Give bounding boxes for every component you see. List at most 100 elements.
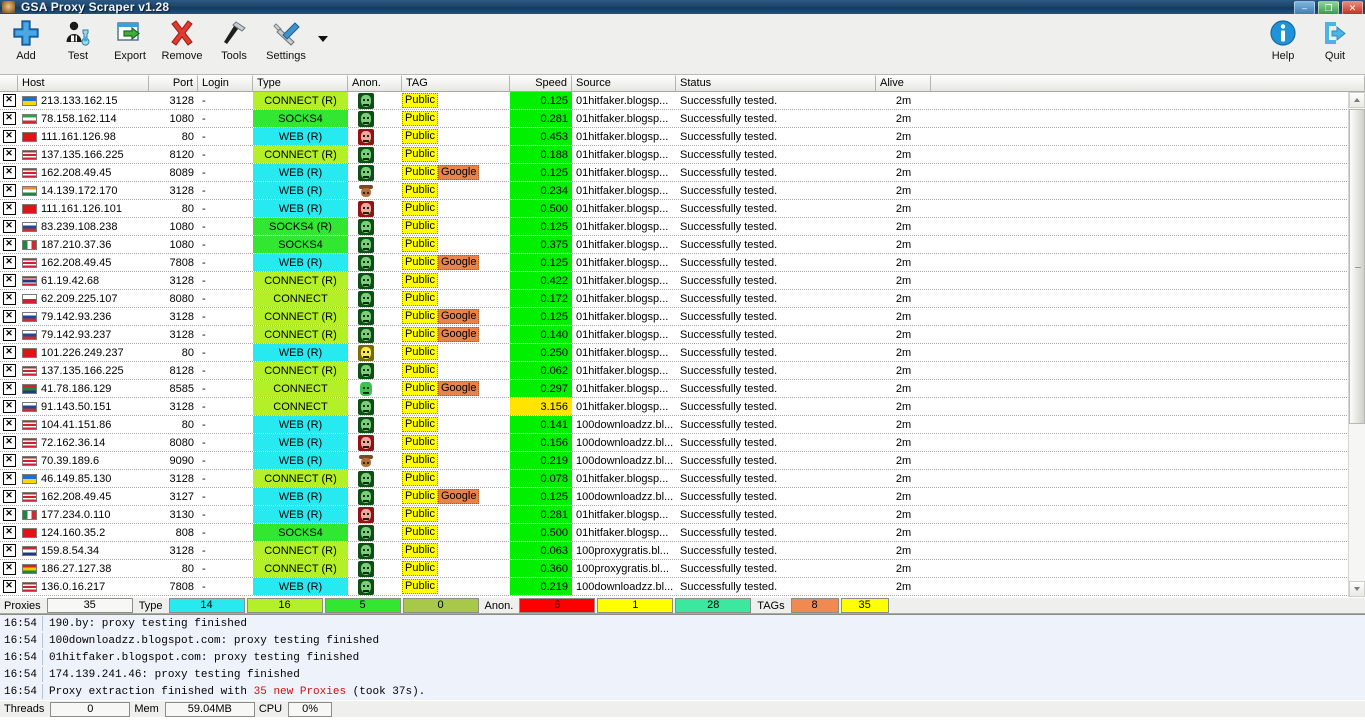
tag-chip[interactable]: Public xyxy=(402,219,438,234)
table-row[interactable]: ✕ 162.208.49.45 7808- WEB (R) Public Google 0.… xyxy=(0,254,1365,272)
tag-chip[interactable]: Public xyxy=(402,111,438,126)
table-row[interactable]: ✕ 186.27.127.38 80- CONNECT (R) Public 0.360 1… xyxy=(0,560,1365,578)
test-button[interactable]: Test xyxy=(52,14,104,75)
row-checkbox[interactable]: ✕ xyxy=(0,326,18,343)
add-button[interactable]: Add xyxy=(0,14,52,75)
tag-chip[interactable]: Public xyxy=(402,255,438,270)
row-checkbox[interactable]: ✕ xyxy=(0,218,18,235)
tag-chip[interactable]: Google xyxy=(437,327,480,342)
tag-chip[interactable]: Google xyxy=(437,381,480,396)
tag-chip[interactable]: Public xyxy=(402,507,438,522)
table-row[interactable]: ✕ 61.19.42.68 3128- CONNECT (R) Public 0.422 0… xyxy=(0,272,1365,290)
row-checkbox[interactable]: ✕ xyxy=(0,272,18,289)
row-checkbox[interactable]: ✕ xyxy=(0,110,18,127)
table-row[interactable]: ✕ 62.209.225.107 8080- CONNECT Public 0.172 01… xyxy=(0,290,1365,308)
table-row[interactable]: ✕ 70.39.189.6 9090- WEB (R) Public 0.219 100do… xyxy=(0,452,1365,470)
vertical-scrollbar[interactable] xyxy=(1348,92,1365,597)
tag-chip[interactable]: Public xyxy=(402,147,438,162)
tag-chip[interactable]: Public xyxy=(402,579,438,594)
column-header-port[interactable]: Port xyxy=(149,75,198,91)
tools-button[interactable]: Tools xyxy=(208,14,260,75)
table-row[interactable]: ✕ 41.78.186.129 8585- CONNECT Public Google 0.… xyxy=(0,380,1365,398)
tag-chip[interactable]: Public xyxy=(402,291,438,306)
remove-button[interactable]: Remove xyxy=(156,14,208,75)
table-row[interactable]: ✕ 83.239.108.238 1080- SOCKS4 (R) Public 0.12… xyxy=(0,218,1365,236)
row-checkbox[interactable]: ✕ xyxy=(0,488,18,505)
table-row[interactable]: ✕ 213.133.162.15 3128- CONNECT (R) Public 0.1… xyxy=(0,92,1365,110)
row-checkbox[interactable]: ✕ xyxy=(0,524,18,541)
table-row[interactable]: ✕ 177.234.0.110 3130- WEB (R) Public 0.281 01h… xyxy=(0,506,1365,524)
table-row[interactable]: ✕ 111.161.126.98 80- WEB (R) Public 0.453 01hi… xyxy=(0,128,1365,146)
export-button[interactable]: Export xyxy=(104,14,156,75)
row-checkbox[interactable]: ✕ xyxy=(0,128,18,145)
tag-chip[interactable]: Google xyxy=(437,309,480,324)
tag-chip[interactable]: Public xyxy=(402,165,438,180)
table-row[interactable]: ✕ 101.226.249.237 80- WEB (R) Public 0.250 01h… xyxy=(0,344,1365,362)
row-checkbox[interactable]: ✕ xyxy=(0,398,18,415)
table-row[interactable]: ✕ 162.208.49.45 8089- WEB (R) Public Google 0.… xyxy=(0,164,1365,182)
tag-chip[interactable]: Public xyxy=(402,363,438,378)
tag-chip[interactable]: Public xyxy=(402,399,438,414)
column-header-type[interactable]: Type xyxy=(253,75,348,91)
tag-chip[interactable]: Public xyxy=(402,129,438,144)
row-checkbox[interactable]: ✕ xyxy=(0,146,18,163)
row-checkbox[interactable]: ✕ xyxy=(0,164,18,181)
tag-chip[interactable]: Public xyxy=(402,453,438,468)
tag-chip[interactable]: Public xyxy=(402,93,438,108)
tag-chip[interactable]: Public xyxy=(402,561,438,576)
tag-chip[interactable]: Public xyxy=(402,435,438,450)
tag-chip[interactable]: Public xyxy=(402,309,438,324)
table-row[interactable]: ✕ 137.135.166.225 8120- CONNECT (R) Public 0.… xyxy=(0,146,1365,164)
tag-chip[interactable]: Public xyxy=(402,417,438,432)
column-header-alive[interactable]: Alive xyxy=(876,75,931,91)
table-row[interactable]: ✕ 187.210.37.36 1080- SOCKS4 Public 0.375 01hi… xyxy=(0,236,1365,254)
row-checkbox[interactable]: ✕ xyxy=(0,236,18,253)
scroll-up-button[interactable] xyxy=(1349,92,1365,108)
table-row[interactable]: ✕ 72.162.36.14 8080- WEB (R) Public 0.156 100d… xyxy=(0,434,1365,452)
column-header-source[interactable]: Source xyxy=(572,75,676,91)
scroll-down-button[interactable] xyxy=(1349,581,1365,597)
title-bar[interactable]: GSA Proxy Scraper v1.28 – ❐ ✕ xyxy=(0,0,1365,15)
row-checkbox[interactable]: ✕ xyxy=(0,380,18,397)
table-row[interactable]: ✕ 162.208.49.45 3127- WEB (R) Public Google 0.… xyxy=(0,488,1365,506)
table-row[interactable]: ✕ 91.143.50.151 3128- CONNECT Public 3.156 01h… xyxy=(0,398,1365,416)
tag-chip[interactable]: Google xyxy=(437,165,480,180)
table-row[interactable]: ✕ 159.8.54.34 3128- CONNECT (R) Public 0.063 1… xyxy=(0,542,1365,560)
table-row[interactable]: ✕ 14.139.172.170 3128- WEB (R) Public 0.234 01… xyxy=(0,182,1365,200)
row-checkbox[interactable]: ✕ xyxy=(0,182,18,199)
row-checkbox[interactable]: ✕ xyxy=(0,452,18,469)
tag-chip[interactable]: Public xyxy=(402,183,438,198)
quit-button[interactable]: Quit xyxy=(1309,14,1361,75)
maximize-icon[interactable]: ❐ xyxy=(1318,1,1339,15)
row-checkbox[interactable]: ✕ xyxy=(0,560,18,577)
row-checkbox[interactable]: ✕ xyxy=(0,92,18,109)
scrollbar-thumb[interactable] xyxy=(1349,109,1365,424)
settings-button[interactable]: Settings xyxy=(260,14,312,75)
table-row[interactable]: ✕ 104.41.151.86 80- WEB (R) Public 0.141 100do… xyxy=(0,416,1365,434)
row-checkbox[interactable]: ✕ xyxy=(0,254,18,271)
tag-chip[interactable]: Public xyxy=(402,237,438,252)
row-checkbox[interactable]: ✕ xyxy=(0,470,18,487)
column-header-status[interactable]: Status xyxy=(676,75,876,91)
tag-chip[interactable]: Public xyxy=(402,543,438,558)
tag-chip[interactable]: Public xyxy=(402,201,438,216)
tag-chip[interactable]: Google xyxy=(437,489,480,504)
row-checkbox[interactable]: ✕ xyxy=(0,200,18,217)
table-row[interactable]: ✕ 79.142.93.237 3128- CONNECT (R) Public Goog… xyxy=(0,326,1365,344)
row-checkbox[interactable]: ✕ xyxy=(0,416,18,433)
row-checkbox[interactable]: ✕ xyxy=(0,362,18,379)
table-row[interactable]: ✕ 137.135.166.225 8128- CONNECT (R) Public 0.… xyxy=(0,362,1365,380)
column-header-check[interactable] xyxy=(0,75,18,91)
column-header-speed[interactable]: Speed xyxy=(510,75,572,91)
help-button[interactable]: Help xyxy=(1257,14,1309,75)
row-checkbox[interactable]: ✕ xyxy=(0,308,18,325)
tag-chip[interactable]: Public xyxy=(402,525,438,540)
tag-chip[interactable]: Public xyxy=(402,471,438,486)
table-row[interactable]: ✕ 46.149.85.130 3128- CONNECT (R) Public 0.07… xyxy=(0,470,1365,488)
row-checkbox[interactable]: ✕ xyxy=(0,578,18,595)
tag-chip[interactable]: Public xyxy=(402,381,438,396)
close-icon[interactable]: ✕ xyxy=(1342,1,1363,15)
tag-chip[interactable]: Google xyxy=(437,255,480,270)
tag-chip[interactable]: Public xyxy=(402,345,438,360)
log-panel[interactable]: 16:54 190.by: proxy testing finished 16:54… xyxy=(0,614,1365,700)
